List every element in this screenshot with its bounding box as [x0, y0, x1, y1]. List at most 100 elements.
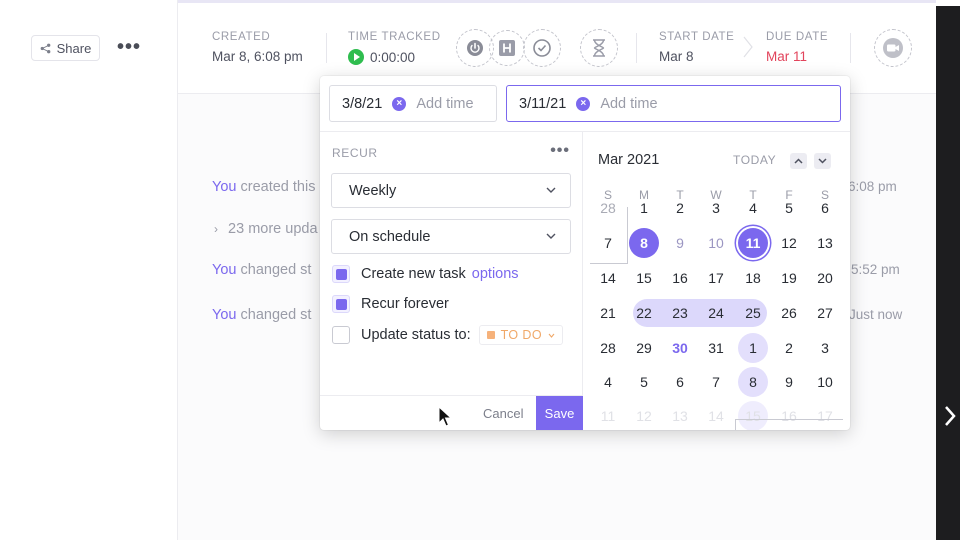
cancel-button[interactable]: Cancel — [483, 396, 523, 430]
schedule-select[interactable]: On schedule — [331, 219, 571, 254]
calendar-day[interactable]: 8 — [629, 228, 659, 258]
calendar-day[interactable]: 23 — [665, 298, 695, 328]
recur-forever-label: Recur forever — [361, 296, 449, 312]
calendar-day[interactable]: 22 — [629, 298, 659, 328]
hourglass-icon[interactable] — [580, 29, 618, 67]
mouse-cursor-icon — [438, 406, 452, 427]
calendar-day[interactable]: 11 — [738, 228, 768, 258]
calendar-day[interactable]: 20 — [810, 263, 840, 293]
calendar-day[interactable]: 1 — [629, 193, 659, 223]
chevron-right-icon: › — [214, 222, 218, 236]
play-icon[interactable] — [348, 49, 364, 65]
check-circle-icon[interactable] — [523, 29, 561, 67]
calendar-day[interactable]: 17 — [701, 263, 731, 293]
previous-month-button[interactable] — [790, 153, 807, 169]
calendar-day[interactable]: 6 — [665, 367, 695, 397]
left-column: Share ••• — [0, 0, 178, 540]
calendar-day[interactable]: 21 — [593, 298, 623, 328]
calendar-day[interactable]: 5 — [774, 193, 804, 223]
share-label: Share — [56, 40, 92, 56]
calendar-day[interactable]: 10 — [810, 367, 840, 397]
calendar-day[interactable]: 27 — [810, 298, 840, 328]
clear-icon[interactable]: × — [576, 96, 591, 111]
calendar-day[interactable]: 11 — [593, 401, 623, 430]
calendar-day[interactable]: 4 — [593, 367, 623, 397]
due-date-meta[interactable]: DUE DATE Mar 11 — [766, 31, 828, 64]
calendar-day[interactable]: 5 — [629, 367, 659, 397]
calendar-day[interactable]: 12 — [774, 228, 804, 258]
calendar-day[interactable]: 18 — [738, 263, 768, 293]
activity-actor[interactable]: You — [212, 307, 236, 323]
calendar-day[interactable]: 29 — [629, 333, 659, 363]
activity-item: You changed st — [212, 307, 311, 323]
month-boundary — [627, 207, 628, 263]
calendar-day[interactable]: 2 — [665, 193, 695, 223]
chevron-down-icon — [546, 187, 556, 193]
time-tracked-value[interactable]: 0:00:00 — [348, 49, 441, 65]
calendar-day[interactable]: 24 — [701, 298, 731, 328]
calendar-day[interactable]: 4 — [738, 193, 768, 223]
calendar-day[interactable]: 26 — [774, 298, 804, 328]
calendar-day[interactable]: 3 — [810, 333, 840, 363]
calendar-day[interactable]: 14 — [593, 263, 623, 293]
calendar-day[interactable]: 3 — [701, 193, 731, 223]
calendar-day[interactable]: 9 — [665, 228, 695, 258]
calendar-day[interactable]: 2 — [774, 333, 804, 363]
start-date-meta[interactable]: START DATE Mar 8 — [659, 31, 734, 64]
calendar-day[interactable]: 13 — [665, 401, 695, 430]
activity-text: 23 more upda — [228, 221, 318, 237]
frequency-select[interactable]: Weekly — [331, 173, 571, 208]
start-date-field[interactable]: 3/8/21 × Add time — [329, 85, 497, 122]
calendar-day[interactable]: 31 — [701, 333, 731, 363]
video-camera-icon[interactable] — [874, 29, 912, 67]
calendar-day[interactable]: 9 — [774, 367, 804, 397]
update-status-checkbox[interactable] — [332, 326, 350, 344]
calendar-day[interactable]: 30 — [665, 333, 695, 363]
month-boundary — [590, 263, 628, 264]
calendar-day[interactable]: 7 — [593, 228, 623, 258]
calendar-day[interactable]: 17 — [810, 401, 840, 430]
chevron-right-icon[interactable] — [940, 402, 960, 430]
calendar-day[interactable]: 10 — [701, 228, 731, 258]
activity-actor[interactable]: You — [212, 262, 236, 278]
due-add-time[interactable]: Add time — [600, 96, 657, 112]
calendar-day[interactable]: 12 — [629, 401, 659, 430]
due-date-field[interactable]: 3/11/21 × Add time — [506, 85, 841, 122]
more-options-icon[interactable]: ••• — [117, 37, 141, 57]
hours-icon[interactable] — [489, 30, 525, 66]
options-link[interactable]: options — [472, 266, 519, 282]
calendar-day[interactable]: 8 — [738, 367, 768, 397]
due-date-label: DUE DATE — [766, 31, 829, 43]
save-button[interactable]: Save — [536, 396, 583, 430]
create-new-task-checkbox[interactable] — [332, 265, 350, 283]
clear-icon[interactable]: × — [392, 96, 407, 111]
start-add-time[interactable]: Add time — [416, 96, 473, 112]
status-color-icon — [486, 331, 495, 339]
calendar-day[interactable]: 28 — [593, 193, 623, 223]
strip-top — [936, 0, 960, 6]
share-button[interactable]: Share — [31, 35, 100, 61]
recur-forever-checkbox[interactable] — [332, 295, 350, 313]
calendar-day[interactable]: 7 — [701, 367, 731, 397]
calendar-day[interactable]: 13 — [810, 228, 840, 258]
status-select[interactable]: TO DO — [478, 325, 563, 345]
calendar-day[interactable]: 19 — [774, 263, 804, 293]
calendar-day[interactable]: 16 — [774, 401, 804, 430]
activity-text: changed st — [240, 307, 312, 323]
start-date-value: Mar 8 — [659, 49, 694, 64]
more-options-icon[interactable]: ••• — [550, 142, 570, 160]
calendar-panel: Mar 2021 TODAY S M T W T F S 28 1 2 3 4 5 6 7 8 9 10 11 12 1… — [583, 132, 850, 430]
today-button[interactable]: TODAY — [733, 153, 776, 167]
calendar-day[interactable]: 16 — [665, 263, 695, 293]
calendar-day[interactable]: 15 — [629, 263, 659, 293]
calendar-day[interactable]: 28 — [593, 333, 623, 363]
calendar-day[interactable]: 25 — [738, 298, 768, 328]
activity-actor[interactable]: You — [212, 179, 236, 195]
activity-item: You changed st — [212, 262, 311, 278]
calendar-day[interactable]: 14 — [701, 401, 731, 430]
next-month-button[interactable] — [814, 153, 831, 169]
calendar-day[interactable]: 6 — [810, 193, 840, 223]
calendar-day[interactable]: 1 — [738, 333, 768, 363]
calendar-day[interactable]: 15 — [738, 401, 768, 430]
activity-expand[interactable]: › 23 more upda — [214, 221, 318, 237]
